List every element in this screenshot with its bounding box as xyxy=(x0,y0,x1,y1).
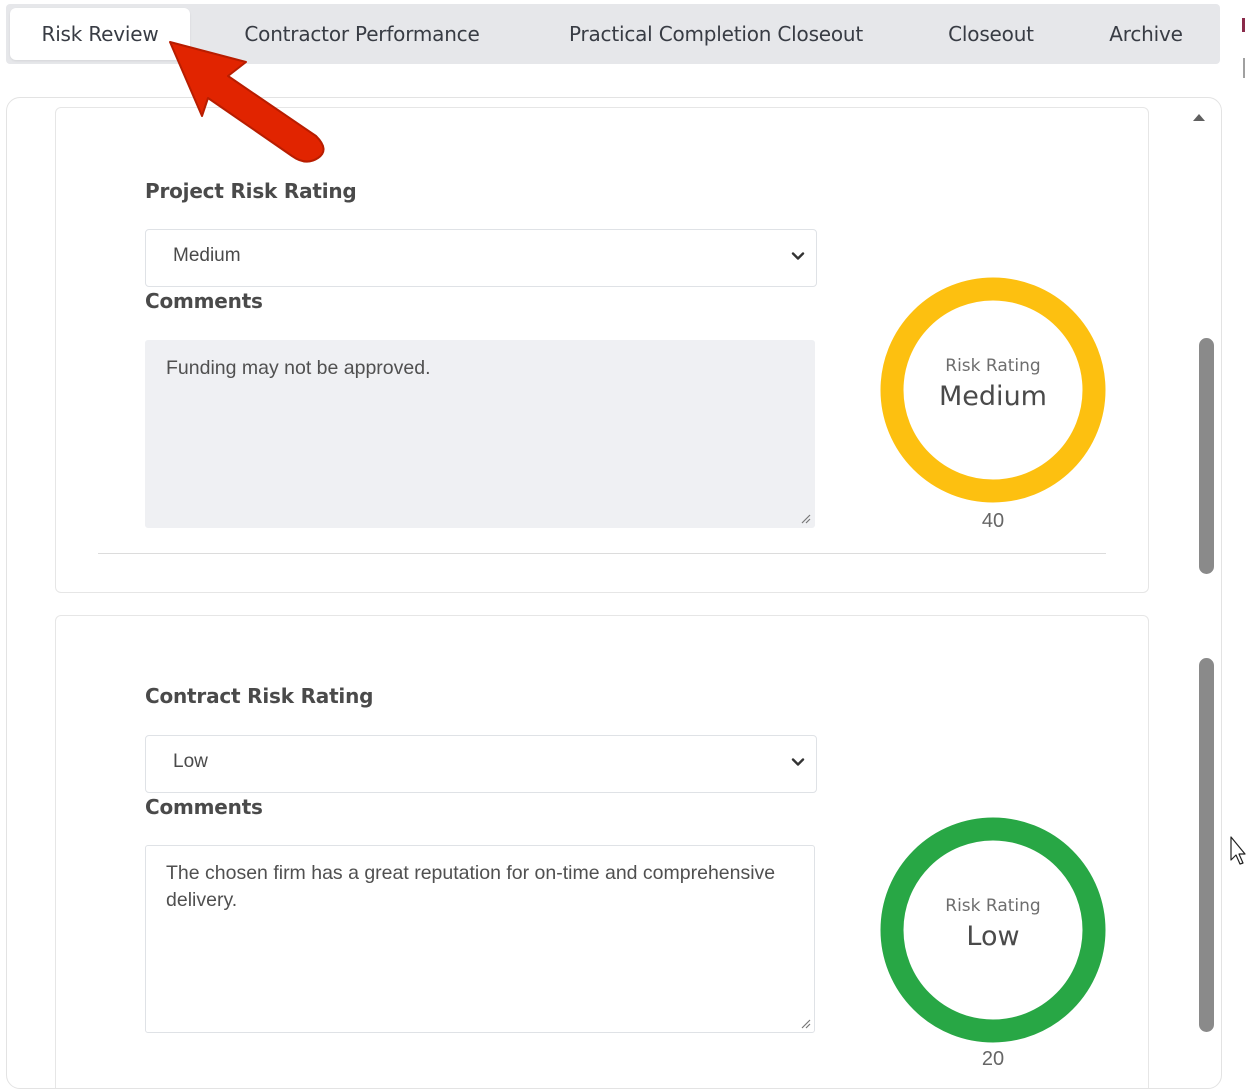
contract-risk-gauge: Risk Rating Low xyxy=(878,815,1108,1045)
project-risk-rating-value: Medium xyxy=(173,245,241,266)
risk-review-panel: Project Risk Rating Medium Comments Fund… xyxy=(6,97,1222,1089)
contract-comments-textarea[interactable]: The chosen firm has a great reputation f… xyxy=(145,845,815,1033)
contract-risk-rating-label: Contract Risk Rating xyxy=(145,684,374,708)
project-gauge-score: 40 xyxy=(981,510,1005,532)
project-risk-card: Project Risk Rating Medium Comments Fund… xyxy=(55,107,1149,593)
project-risk-rating-select[interactable]: Medium xyxy=(145,229,817,287)
contract-risk-rating-select[interactable]: Low xyxy=(145,735,817,793)
chevron-down-icon xyxy=(791,252,805,260)
mouse-cursor-icon xyxy=(1230,836,1246,865)
contract-risk-rating-value: Low xyxy=(173,751,208,772)
tab-closeout[interactable]: Closeout xyxy=(926,8,1056,60)
resize-handle-icon[interactable] xyxy=(800,1018,811,1029)
card-divider xyxy=(98,553,1106,554)
contract-risk-card: Contract Risk Rating Low Comments The ch… xyxy=(55,615,1149,1088)
chevron-down-icon xyxy=(791,758,805,766)
scrollbar-thumb[interactable] xyxy=(1199,338,1214,574)
resize-handle-icon[interactable] xyxy=(800,513,811,524)
window-edge-mark xyxy=(1242,18,1245,32)
contract-gauge-score: 20 xyxy=(981,1048,1005,1070)
contract-comments-text: The chosen firm has a great reputation f… xyxy=(166,862,776,911)
annotation-arrow-icon xyxy=(169,41,325,163)
window-edge-mark xyxy=(1243,58,1245,78)
tab-risk-review[interactable]: Risk Review xyxy=(10,8,190,60)
project-comments-label: Comments xyxy=(145,289,263,313)
project-risk-rating-label: Project Risk Rating xyxy=(145,179,357,203)
project-comments-textarea[interactable]: Funding may not be approved. xyxy=(145,340,815,528)
scroll-up-icon[interactable] xyxy=(1191,110,1207,124)
tab-archive[interactable]: Archive xyxy=(1091,8,1201,60)
contract-gauge-caption: Risk Rating xyxy=(945,896,1041,916)
scrollbar-thumb-lower[interactable] xyxy=(1199,658,1214,1032)
project-risk-gauge: Risk Rating Medium xyxy=(878,275,1108,505)
contract-comments-label: Comments xyxy=(145,795,263,819)
project-comments-text: Funding may not be approved. xyxy=(166,357,431,379)
project-gauge-caption: Risk Rating xyxy=(945,356,1041,376)
contract-gauge-rating: Low xyxy=(966,921,1020,952)
project-gauge-rating: Medium xyxy=(939,381,1047,412)
tab-practical-completion-closeout[interactable]: Practical Completion Closeout xyxy=(536,8,896,60)
